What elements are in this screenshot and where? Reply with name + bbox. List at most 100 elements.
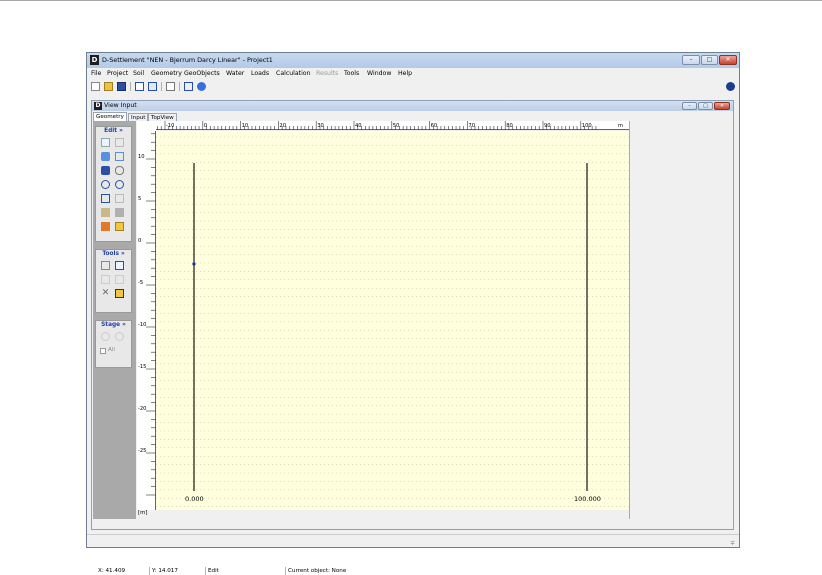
child-minimize-button[interactable]: – xyxy=(682,102,697,110)
add-line-icon[interactable] xyxy=(115,152,124,161)
next-stage-icon[interactable] xyxy=(115,332,124,341)
open-folder-icon[interactable] xyxy=(104,82,113,91)
copy-icon[interactable] xyxy=(166,82,175,91)
zoom-out-icon[interactable] xyxy=(115,180,124,189)
delete-icon[interactable]: ✕ xyxy=(101,289,110,298)
new-file-icon[interactable] xyxy=(91,82,100,91)
ruler-y-label: -10 xyxy=(138,322,146,328)
child-maximize-button[interactable]: □ xyxy=(698,102,713,110)
child-title-bar[interactable]: D View Input – □ ✕ xyxy=(92,101,733,111)
print-preview-icon[interactable] xyxy=(135,82,144,91)
ruler-y-label: 0 xyxy=(138,238,141,244)
help-icon[interactable] xyxy=(197,82,206,91)
top-border-line xyxy=(0,0,822,1)
edit-panel: Edit » xyxy=(95,126,132,242)
close-icon: ✕ xyxy=(719,103,725,109)
ruler-x-label: 50 xyxy=(393,123,400,129)
tab-geometry[interactable]: Geometry xyxy=(93,112,127,121)
maximize-icon: □ xyxy=(703,103,708,109)
hand-icon[interactable] xyxy=(115,166,124,175)
material-icon[interactable] xyxy=(101,222,110,231)
stage-panel: Stage » All xyxy=(95,320,132,368)
menu-tools[interactable]: Tools xyxy=(344,70,359,77)
properties-icon[interactable] xyxy=(115,289,124,298)
ruler-y-label: -20 xyxy=(138,406,146,412)
menu-calculation[interactable]: Calculation xyxy=(276,70,311,77)
app-status-bar: ∓ xyxy=(87,534,739,548)
ruler-bottom-strip: [m] xyxy=(137,510,629,519)
status-x-coordinate: X: 41.409 xyxy=(96,567,150,575)
menu-project[interactable]: Project xyxy=(107,70,128,77)
previous-stage-icon[interactable] xyxy=(101,332,110,341)
save-icon[interactable] xyxy=(117,82,126,91)
ruler-x-label: 0 xyxy=(204,123,207,129)
ruler-x-label: 70 xyxy=(468,123,475,129)
zoom-extents-icon[interactable] xyxy=(101,194,110,203)
select-pointer-icon[interactable] xyxy=(101,138,110,147)
zoom-in-icon[interactable] xyxy=(101,180,110,189)
tab-topview[interactable]: TopView xyxy=(148,113,177,121)
pan-arrow-icon[interactable] xyxy=(115,138,124,147)
menu-geoobjects[interactable]: GeoObjects xyxy=(184,70,220,77)
collapse-icon[interactable]: » xyxy=(121,251,125,257)
geometry-canvas[interactable]: 0.000 100.000 xyxy=(156,131,629,510)
menu-water[interactable]: Water xyxy=(226,70,244,77)
view-tabs: Geometry Input TopView xyxy=(92,112,733,121)
layer-down-icon[interactable] xyxy=(115,208,124,217)
collapse-icon[interactable]: » xyxy=(119,128,123,134)
ruler-y-label: 5 xyxy=(138,196,141,202)
chart-icon[interactable] xyxy=(115,261,124,270)
vertical-ruler-svg: 10 5 0 -5 -10 -15 -20 -25 xyxy=(138,133,156,496)
app-logo-icon: D xyxy=(90,55,99,65)
maximize-button[interactable]: □ xyxy=(701,55,718,65)
all-stages-label: All xyxy=(108,347,115,353)
tab-input[interactable]: Input xyxy=(128,113,149,121)
status-current-object: Current object: None xyxy=(288,568,347,574)
folder-icon[interactable] xyxy=(115,222,124,231)
side-tool-panel: Edit » Tools » ✕ Stage » All xyxy=(93,121,136,519)
redo-icon[interactable] xyxy=(115,275,124,284)
zoom-limits-icon[interactable] xyxy=(115,194,124,203)
canvas-svg[interactable]: 0.000 100.000 xyxy=(156,131,629,510)
add-point-icon[interactable] xyxy=(101,152,110,161)
ruler-x-label: 20 xyxy=(279,123,286,129)
ruler-x-label: 30 xyxy=(317,123,324,129)
minimize-icon: – xyxy=(688,103,691,109)
stage-panel-title[interactable]: Stage » xyxy=(96,321,131,329)
menu-window[interactable]: Window xyxy=(367,70,391,77)
undo-icon[interactable] xyxy=(101,275,110,284)
print-icon[interactable] xyxy=(148,82,157,91)
resize-grip-icon[interactable]: ∓ xyxy=(730,540,736,547)
ruler-corner xyxy=(137,121,156,131)
layer-up-icon[interactable] xyxy=(101,208,110,217)
calculator-icon[interactable] xyxy=(184,82,193,91)
add-layer-icon[interactable] xyxy=(101,166,110,175)
menu-soil[interactable]: Soil xyxy=(133,70,144,77)
child-logo-icon: D xyxy=(94,102,102,110)
ruler-x-label: -10 xyxy=(166,123,174,129)
tools-panel-title[interactable]: Tools » xyxy=(96,250,131,258)
vertical-ruler: 10 5 0 -5 -10 -15 -20 -25 xyxy=(137,131,156,510)
minimize-icon: – xyxy=(689,56,693,63)
close-button[interactable]: ✕ xyxy=(719,55,737,65)
collapse-icon[interactable]: » xyxy=(122,322,126,328)
globe-icon[interactable] xyxy=(726,82,735,91)
child-close-button[interactable]: ✕ xyxy=(714,102,730,110)
all-stages-checkbox[interactable] xyxy=(100,348,106,354)
menu-help[interactable]: Help xyxy=(398,70,412,77)
ruler-x-label: 100 xyxy=(582,123,592,129)
menu-results[interactable]: Results xyxy=(316,70,338,77)
ruler-y-label: -15 xyxy=(138,364,146,370)
toolbar-separator xyxy=(179,82,180,91)
menu-loads[interactable]: Loads xyxy=(251,70,269,77)
menu-geometry[interactable]: Geometry xyxy=(151,70,182,77)
ruler-y-label: -25 xyxy=(138,448,146,454)
edit-panel-title[interactable]: Edit » xyxy=(96,127,131,135)
left-boundary-label: 0.000 xyxy=(185,495,204,503)
status-y-coordinate: Y: 14.017 xyxy=(150,567,206,575)
app-title-bar[interactable]: D D-Settlement "NEN - Bjerrum Darcy Line… xyxy=(87,53,739,68)
measure-icon[interactable] xyxy=(101,261,110,270)
main-toolbar xyxy=(87,80,739,93)
menu-file[interactable]: File xyxy=(91,70,101,77)
minimize-button[interactable]: – xyxy=(682,55,700,65)
